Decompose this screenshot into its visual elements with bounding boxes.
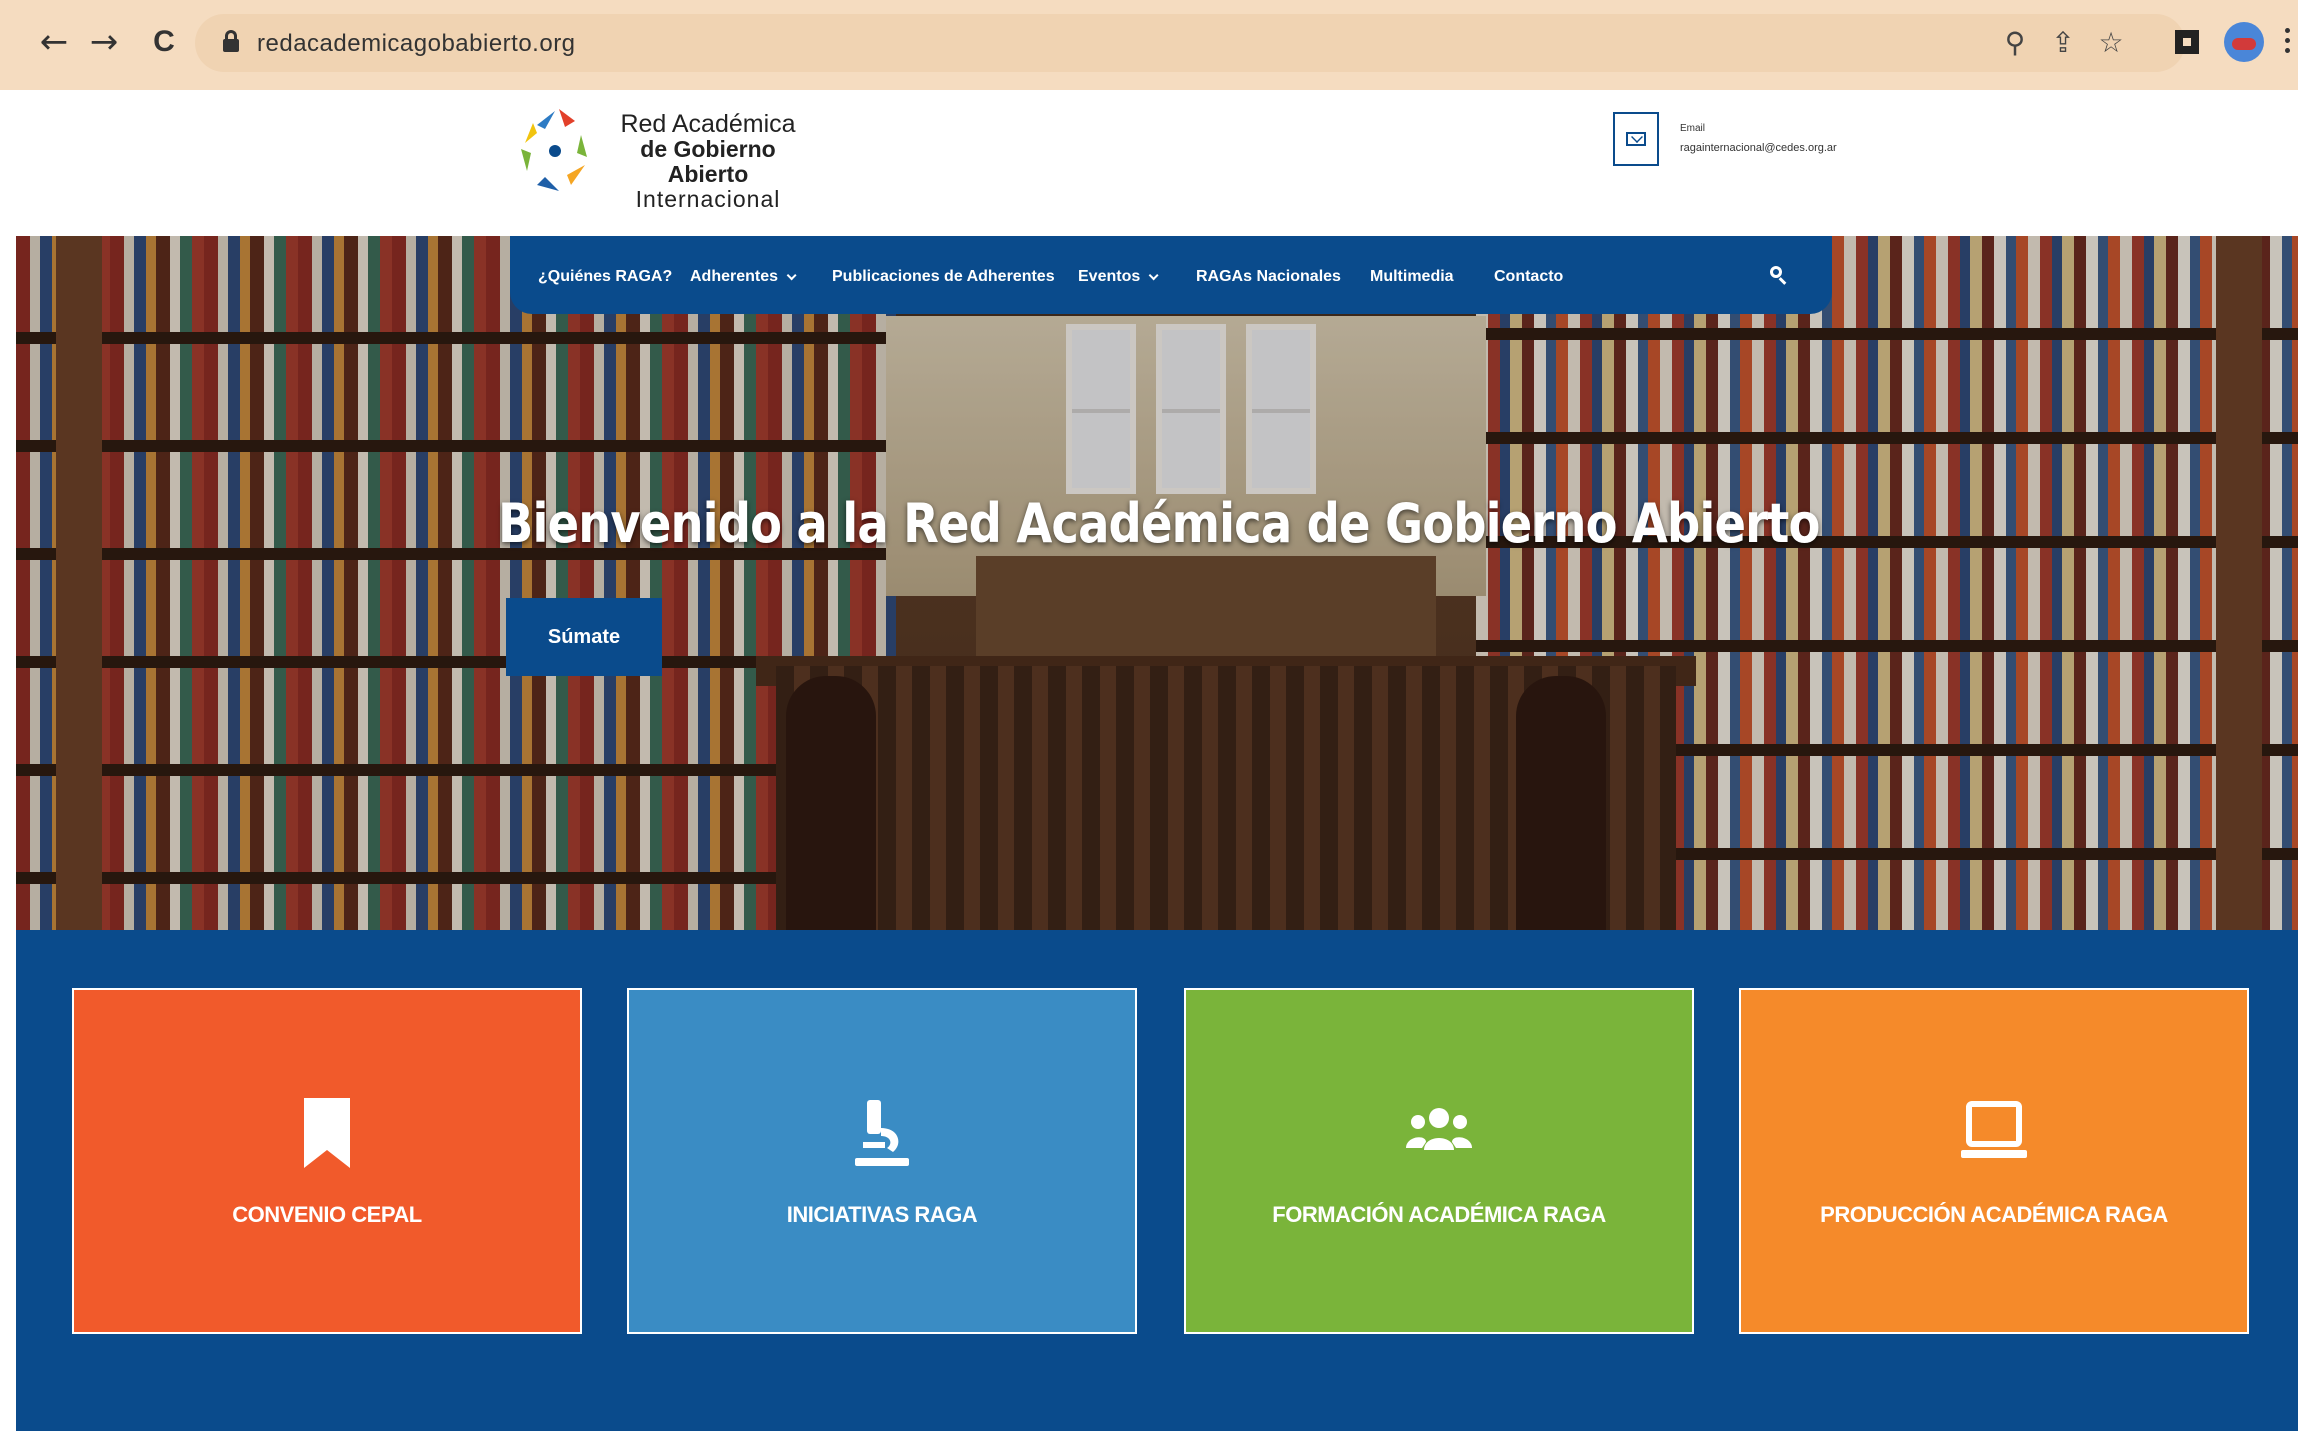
url-text[interactable]: redacademicagobabierto.org — [257, 30, 576, 58]
logo-line-3: Internacional — [635, 186, 781, 212]
nav-eventos-label: Eventos — [1078, 268, 1141, 285]
back-icon[interactable]: ← — [34, 22, 74, 62]
nav-contacto[interactable]: Contacto — [1494, 268, 1563, 286]
forward-icon[interactable]: → — [84, 22, 124, 62]
sumate-button[interactable]: Súmate — [506, 598, 662, 676]
zoom-icon[interactable]: ⚲ — [1995, 22, 2035, 62]
nav-publicaciones[interactable]: Publicaciones de Adherentes — [832, 268, 1055, 286]
card-label: INICIATIVAS RAGA — [786, 1202, 978, 1227]
reload-icon[interactable]: C — [144, 22, 184, 62]
extensions-icon[interactable] — [2175, 30, 2199, 54]
lock-icon[interactable] — [223, 30, 239, 52]
laptop-icon — [1961, 1101, 2027, 1158]
bookmark-star-icon[interactable]: ☆ — [2091, 22, 2131, 62]
address-bar[interactable]: redacademicagobabierto.org ⚲ ⇪ ☆ — [195, 14, 2185, 72]
logo-text[interactable]: Red Académica de Gobierno Abierto Intern… — [603, 112, 813, 212]
card-convenio-cepal[interactable]: CONVENIO CEPAL — [72, 988, 582, 1334]
card-formacion-academica[interactable]: FORMACIÓN ACADÉMICA RAGA — [1184, 988, 1694, 1334]
menu-icon[interactable] — [2285, 28, 2291, 58]
search-icon[interactable] — [1770, 266, 1788, 285]
nav-ragas-nacionales[interactable]: RAGAs Nacionales — [1196, 268, 1341, 286]
email-link[interactable]: ragainternacional@cedes.org.ar — [1680, 142, 1837, 154]
users-icon — [1406, 1108, 1472, 1150]
card-label: FORMACIÓN ACADÉMICA RAGA — [1272, 1202, 1606, 1227]
email-icon-box — [1613, 112, 1659, 166]
card-produccion-academica[interactable]: PRODUCCIÓN ACADÉMICA RAGA — [1739, 988, 2249, 1334]
nav-eventos[interactable]: Eventos — [1078, 268, 1159, 286]
envelope-icon — [1626, 132, 1646, 146]
hero-banner — [16, 236, 2298, 930]
hero-title: Bienvenido a la Red Académica de Gobiern… — [498, 492, 1820, 555]
profile-avatar[interactable] — [2224, 22, 2264, 62]
nav-adherentes[interactable]: Adherentes — [690, 268, 797, 286]
logo-line-2: de Gobierno Abierto — [640, 136, 776, 187]
logo-icon[interactable] — [515, 105, 595, 197]
bookmark-icon — [304, 1098, 350, 1168]
nav-quienes-raga[interactable]: ¿Quiénes RAGA? — [538, 268, 672, 286]
share-icon[interactable]: ⇪ — [2043, 22, 2083, 62]
nav-multimedia[interactable]: Multimedia — [1370, 268, 1454, 286]
site-header — [0, 90, 2298, 236]
card-label: CONVENIO CEPAL — [232, 1202, 422, 1227]
card-label: PRODUCCIÓN ACADÉMICA RAGA — [1820, 1202, 2168, 1227]
logo-line-1: Red Académica — [620, 110, 796, 138]
email-label: Email — [1680, 123, 1706, 134]
card-iniciativas-raga[interactable]: INICIATIVAS RAGA — [627, 988, 1137, 1334]
microscope-icon — [855, 1100, 909, 1166]
nav-adherentes-label: Adherentes — [690, 268, 779, 285]
browser-toolbar: ← → C redacademicagobabierto.org ⚲ ⇪ ☆ — [0, 0, 2298, 90]
